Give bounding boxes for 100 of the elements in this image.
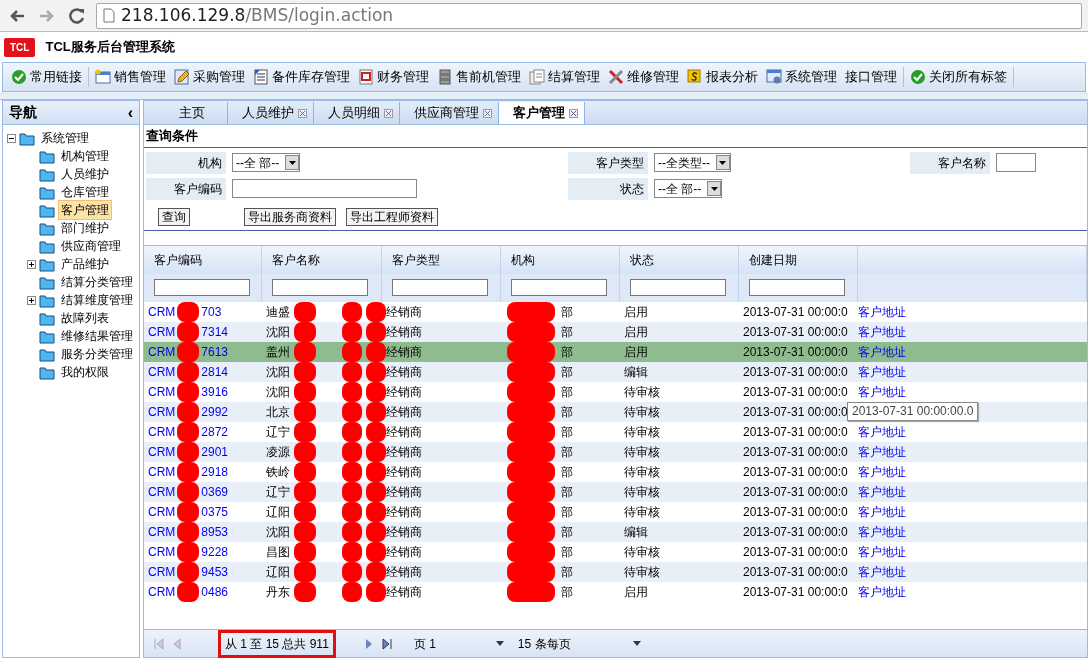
tree-item[interactable]: 结算分类管理	[58, 272, 136, 292]
table-row[interactable]: CRM 9228 昌图 经销商 部 待审核 2013-07-31 00:00:0 客户地址	[144, 541, 1087, 562]
code-link[interactable]: 7314	[201, 322, 229, 341]
table-row[interactable]: CRM 3916 沈阳 经销商 部 待审核 2013-07-31 00:00:0 客户地址	[144, 381, 1087, 402]
back-icon[interactable]	[8, 7, 26, 24]
dropdown[interactable]: --全 部--	[232, 153, 301, 172]
tree-item[interactable]: 服务分类管理	[58, 344, 136, 364]
address-link[interactable]: 客户地址	[858, 302, 906, 321]
next-page-icon[interactable]	[363, 637, 374, 650]
tree-item[interactable]: 部门维护	[58, 218, 112, 238]
code-link[interactable]: CRM	[148, 482, 176, 501]
code-link[interactable]: CRM	[148, 502, 176, 521]
tree-item[interactable]: 机构管理	[58, 146, 112, 166]
close-icon[interactable]	[569, 108, 578, 118]
code-link[interactable]: 7613	[201, 342, 229, 361]
reload-icon[interactable]	[68, 6, 86, 25]
code-link[interactable]: 2872	[201, 422, 229, 441]
code-link[interactable]: CRM	[148, 382, 176, 401]
tree-item[interactable]: 人员维护	[58, 164, 112, 184]
query-button[interactable]: 导出服务商资料	[244, 207, 336, 226]
filter-field[interactable]	[272, 279, 368, 296]
tab[interactable]: 主页	[148, 102, 228, 124]
table-row[interactable]: CRM 2918 铁岭 经销商 部 待审核 2013-07-31 00:00:0 客户地址	[144, 461, 1087, 482]
toolbar-button[interactable]: 维修管理	[604, 65, 683, 89]
dropdown[interactable]: 页 1	[413, 634, 504, 653]
code-link[interactable]: CRM	[148, 462, 176, 481]
code-link[interactable]: CRM	[148, 542, 176, 561]
address-link[interactable]: 客户地址	[858, 342, 906, 361]
toolbar-button[interactable]: 系统管理	[762, 65, 841, 89]
address-link[interactable]: 客户地址	[858, 562, 906, 581]
code-link[interactable]: 0486	[201, 582, 229, 601]
code-link[interactable]: CRM	[148, 342, 176, 361]
code-link[interactable]: CRM	[148, 522, 176, 541]
code-link[interactable]: 0369	[201, 482, 229, 501]
toolbar-button[interactable]: 售前机管理	[433, 65, 525, 89]
code-link[interactable]: 0375	[201, 502, 229, 521]
address-link[interactable]: 客户地址	[858, 382, 906, 401]
code-link[interactable]: CRM	[148, 402, 176, 421]
code-link[interactable]: 2992	[201, 402, 229, 421]
table-row[interactable]: CRM 0486 丹东 经销商 部 启用 2013-07-31 00:00:0 客户地址	[144, 581, 1087, 602]
address-link[interactable]: 客户地址	[858, 362, 906, 381]
query-button[interactable]: 导出工程师资料	[346, 207, 438, 226]
code-link[interactable]: CRM	[148, 442, 176, 461]
collapse-button[interactable]: ‹	[127, 100, 133, 125]
address-link[interactable]: 客户地址	[858, 442, 906, 461]
input-field[interactable]	[996, 153, 1036, 172]
table-row[interactable]: CRM 2814 沈阳 经销商 部 编辑 2013-07-31 00:00:0 客户地址	[144, 361, 1087, 382]
toolbar-button[interactable]: 备件库存管理	[249, 65, 354, 89]
code-link[interactable]: 2918	[201, 462, 229, 481]
code-link[interactable]: 2901	[201, 442, 229, 461]
table-row[interactable]: CRM 2872 辽宁 经销商 部 待审核 2013-07-31 00:00:0 客户地址	[144, 421, 1087, 442]
column-header[interactable]: 客户类型	[382, 245, 501, 274]
filter-field[interactable]	[749, 279, 845, 296]
dropdown[interactable]: 15 条每页	[517, 634, 641, 653]
code-link[interactable]: CRM	[148, 562, 176, 581]
code-link[interactable]: CRM	[148, 422, 176, 441]
toolbar-button[interactable]: 采购管理	[170, 65, 249, 89]
filter-field[interactable]	[392, 279, 488, 296]
table-row[interactable]: CRM 7613 盖州 经销商 部 启用 2013-07-31 00:00:0 客户地址	[144, 341, 1087, 362]
close-icon[interactable]	[298, 108, 307, 118]
address-link[interactable]: 客户地址	[858, 582, 906, 601]
table-row[interactable]: CRM 0369 辽宁 经销商 部 待审核 2013-07-31 00:00:0 客户地址	[144, 481, 1087, 502]
code-link[interactable]: CRM	[148, 582, 176, 601]
column-header[interactable]: 客户名称	[262, 245, 382, 274]
tab[interactable]: 客户管理	[499, 102, 585, 124]
column-header[interactable]: 状态	[620, 245, 739, 274]
address-link[interactable]: 客户地址	[858, 542, 906, 561]
table-row[interactable]: CRM 703 迪盛 经销商 部 启用 2013-07-31 00:00:0 客户地址	[144, 301, 1087, 322]
address-link[interactable]: 客户地址	[858, 422, 906, 441]
code-link[interactable]: CRM	[148, 302, 176, 321]
collapse-toggle-icon[interactable]	[7, 133, 16, 143]
filter-field[interactable]	[154, 279, 250, 296]
toolbar-button[interactable]: 报表分析	[683, 65, 762, 89]
last-page-icon[interactable]	[381, 637, 392, 650]
dropdown[interactable]: --全 部--	[654, 179, 723, 198]
tree-item[interactable]: 产品维护	[58, 254, 112, 274]
toolbar-button[interactable]: 常用链接	[7, 65, 86, 89]
table-row[interactable]: CRM 2901 凌源 经销商 部 待审核 2013-07-31 00:00:0 客户地址	[144, 441, 1087, 462]
tree-item[interactable]: 维修结果管理	[58, 326, 136, 346]
expand-toggle-icon[interactable]	[27, 295, 36, 305]
toolbar-button[interactable]: 接口管理	[841, 65, 901, 89]
query-button[interactable]: 查询	[158, 207, 190, 226]
address-link[interactable]: 客户地址	[858, 462, 906, 481]
tab[interactable]: 人员明细	[314, 102, 400, 124]
code-link[interactable]: CRM	[148, 322, 176, 341]
address-link[interactable]: 客户地址	[858, 522, 906, 541]
toolbar-button[interactable]: 销售管理	[91, 65, 170, 89]
filter-field[interactable]	[630, 279, 726, 296]
address-link[interactable]: 客户地址	[858, 502, 906, 521]
code-link[interactable]: 703	[201, 302, 222, 321]
tab[interactable]: 人员维护	[228, 102, 314, 124]
tree-item[interactable]: 供应商管理	[58, 236, 124, 256]
code-link[interactable]: 3916	[201, 382, 229, 401]
close-icon[interactable]	[483, 108, 492, 118]
dropdown[interactable]: --全类型--	[654, 153, 731, 172]
column-header[interactable]: 客户编码	[144, 245, 262, 274]
tree-item[interactable]: 系统管理	[38, 128, 92, 148]
address-bar[interactable]: 218.106.129.8/BMS/login.action	[96, 2, 1082, 29]
table-row[interactable]: CRM 0375 辽阳 经销商 部 待审核 2013-07-31 00:00:0 客户地址	[144, 501, 1087, 522]
code-link[interactable]: 9228	[201, 542, 229, 561]
